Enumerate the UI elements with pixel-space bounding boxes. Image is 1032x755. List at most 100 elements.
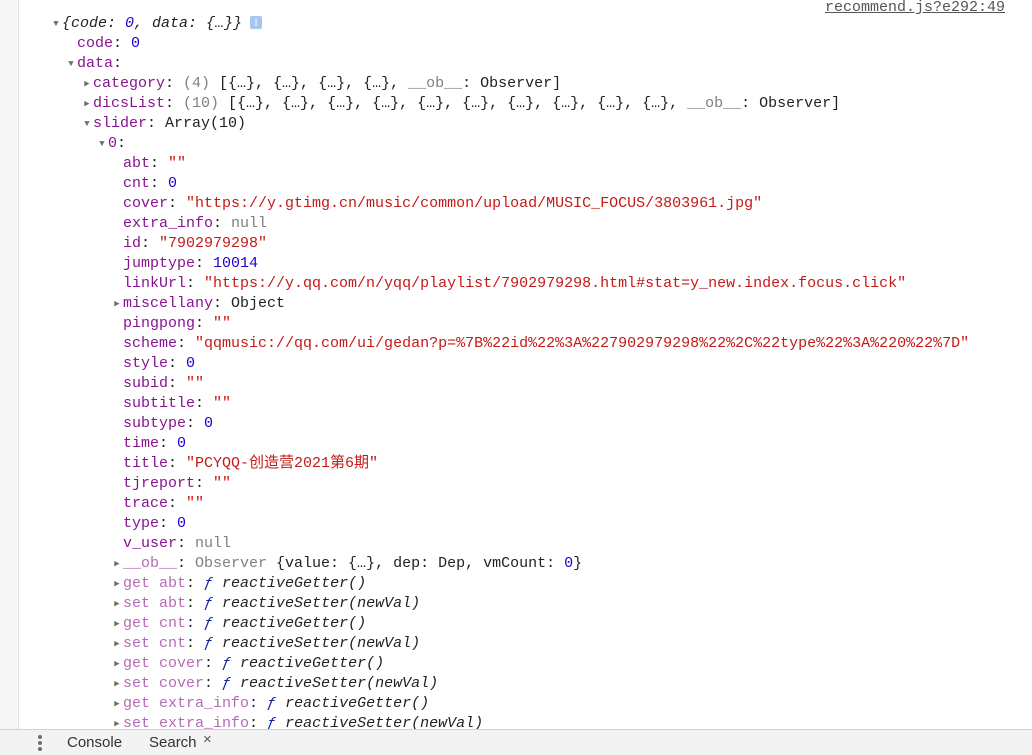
kebab-menu-icon[interactable] (37, 734, 43, 752)
collapsed-triangle-icon[interactable]: ▶ (112, 594, 122, 614)
collapsed-triangle-icon[interactable]: ▶ (112, 654, 122, 674)
tree-row: time: 0 (123, 435, 187, 452)
property-value: ƒ (222, 675, 241, 692)
tree-row[interactable]: ▼ {code: 0, data: {…}} i (0, 14, 1032, 34)
property-key: set cnt (123, 635, 187, 652)
property-value: 10014 (213, 255, 259, 272)
property-key: slider (93, 115, 148, 132)
property-key: category (93, 75, 166, 92)
tree-row[interactable]: ▶ set extra_info: ƒ reactiveSetter(newVal… (0, 714, 1032, 729)
tree-row[interactable]: ▶ get abt: ƒ reactiveGetter() (0, 574, 1032, 594)
object-tree: ▼ {code: 0, data: {…}} i code: 0 ▼ data: ▶ cate… (0, 14, 1032, 729)
property-key: get extra_info (123, 695, 250, 712)
property-key: set abt (123, 595, 187, 612)
property-value: (10) (183, 95, 220, 112)
property-value: "qqmusic://qq.com/ui/gedan?p=%7B%22id%22… (195, 335, 970, 352)
property-value: "https://y.gtimg.cn/music/common/upload/… (186, 195, 763, 212)
expanded-triangle-icon[interactable]: ▼ (82, 114, 92, 134)
tree-row[interactable]: ▶ get extra_info: ƒ reactiveGetter() (0, 694, 1032, 714)
collapsed-triangle-icon[interactable]: ▶ (82, 74, 92, 94)
collapsed-triangle-icon[interactable]: ▶ (112, 554, 122, 574)
tree-row: cnt: 0 (123, 175, 178, 192)
property-key: v_user (123, 535, 178, 552)
property-value: reactiveSetter(newVal) (285, 715, 484, 729)
tree-row[interactable]: ▶ get cover: ƒ reactiveGetter() (0, 654, 1032, 674)
tree-row[interactable]: ▶ category: (4) [{…}, {…}, {…}, {…}, __ob… (0, 74, 1032, 94)
property-value: {value: {…}, dep: Dep, vmCount: (276, 555, 565, 572)
property-value: "" (213, 395, 232, 412)
collapsed-triangle-icon[interactable]: ▶ (112, 294, 122, 314)
property-value: (4) (183, 75, 211, 92)
drawer-tabbar: Console Search × (0, 729, 1032, 755)
property-key: cnt (123, 175, 151, 192)
collapsed-triangle-icon[interactable]: ▶ (112, 694, 122, 714)
property-value: null (195, 535, 232, 552)
property-key: type (123, 515, 160, 532)
property-key: abt (123, 155, 151, 172)
property-key: style (123, 355, 169, 372)
collapsed-triangle-icon[interactable]: ▶ (112, 674, 122, 694)
tree-row: abt: "" (123, 155, 187, 172)
property-value: "" (213, 315, 232, 332)
tree-row[interactable]: ▼ 0: (0, 134, 1032, 154)
collapsed-triangle-icon[interactable]: ▶ (112, 634, 122, 654)
property-value: : Observer] (462, 75, 562, 92)
tree-row: extra_info: null (123, 215, 268, 232)
tree-row: title: "PCYQQ-创造营2021第6期" (123, 455, 379, 472)
close-search-tab-icon[interactable]: × (203, 731, 212, 748)
property-value: } (573, 555, 583, 572)
property-key: __ob__ (123, 555, 178, 572)
tree-row: linkUrl: "https://y.qq.com/n/yqq/playlis… (123, 275, 907, 292)
property-value: 0 (177, 435, 187, 452)
collapsed-triangle-icon[interactable]: ▶ (112, 574, 122, 594)
tree-row[interactable]: ▶ set cover: ƒ reactiveSetter(newVal) (0, 674, 1032, 694)
tree-row[interactable]: ▶ miscellany: Object (0, 294, 1032, 314)
tree-row: subtitle: "" (123, 395, 232, 412)
property-key: scheme (123, 335, 178, 352)
property-key: id (123, 235, 142, 252)
tab-console[interactable]: Console (67, 733, 122, 753)
property-value: "PCYQQ-创造营2021第6期" (186, 455, 379, 472)
property-value: ƒ (204, 615, 223, 632)
tree-row[interactable]: ▼ slider: Array(10) (0, 114, 1032, 134)
property-key: linkUrl (123, 275, 187, 292)
property-value: __ob__ (687, 95, 742, 112)
property-value: __ob__ (408, 75, 463, 92)
expanded-triangle-icon[interactable]: ▼ (66, 54, 76, 74)
tree-row[interactable]: ▶ set cnt: ƒ reactiveSetter(newVal) (0, 634, 1032, 654)
property-value: 0 (204, 415, 214, 432)
tree-row[interactable]: ▶ __ob__: Observer {value: {…}, dep: Dep,… (0, 554, 1032, 574)
tree-row: code: 0 (77, 35, 141, 52)
tree-row: subid: "" (123, 375, 205, 392)
property-value: [{…}, {…}, {…}, {…}, {…}, {…}, {…}, {…},… (219, 95, 688, 112)
property-value: reactiveGetter() (222, 615, 367, 632)
tree-row: tjreport: "" (123, 475, 232, 492)
property-key: cover (123, 195, 169, 212)
expanded-triangle-icon[interactable]: ▼ (51, 14, 61, 34)
tree-row: jumptype: 10014 (123, 255, 259, 272)
tree-row[interactable]: ▶ get cnt: ƒ reactiveGetter() (0, 614, 1032, 634)
property-key: data (77, 55, 114, 72)
info-icon[interactable]: i (250, 16, 263, 29)
expanded-triangle-icon[interactable]: ▼ (97, 134, 107, 154)
property-value: "" (186, 375, 205, 392)
collapsed-triangle-icon[interactable]: ▶ (112, 714, 122, 729)
tree-row[interactable]: ▶ set abt: ƒ reactiveSetter(newVal) (0, 594, 1032, 614)
property-key: set cover (123, 675, 205, 692)
tree-row: scheme: "qqmusic://qq.com/ui/gedan?p=%7B… (123, 335, 970, 352)
tab-search[interactable]: Search (149, 733, 197, 753)
property-value: "https://y.qq.com/n/yqq/playlist/7902979… (204, 275, 907, 292)
tree-row[interactable]: ▶ dicsList: (10) [{…}, {…}, {…}, {…}, {…}… (0, 94, 1032, 114)
property-value: 0 (177, 515, 187, 532)
property-value: ƒ (204, 635, 223, 652)
property-value: ƒ (204, 595, 223, 612)
property-value: 0 (186, 355, 196, 372)
property-value: ƒ (267, 715, 286, 729)
collapsed-triangle-icon[interactable]: ▶ (112, 614, 122, 634)
property-value: 0 (564, 555, 574, 572)
collapsed-triangle-icon[interactable]: ▶ (82, 94, 92, 114)
property-value: ƒ (204, 575, 223, 592)
tree-row[interactable]: ▼ data: (0, 54, 1032, 74)
property-value: reactiveSetter(newVal) (222, 635, 421, 652)
property-value: "" (186, 495, 205, 512)
